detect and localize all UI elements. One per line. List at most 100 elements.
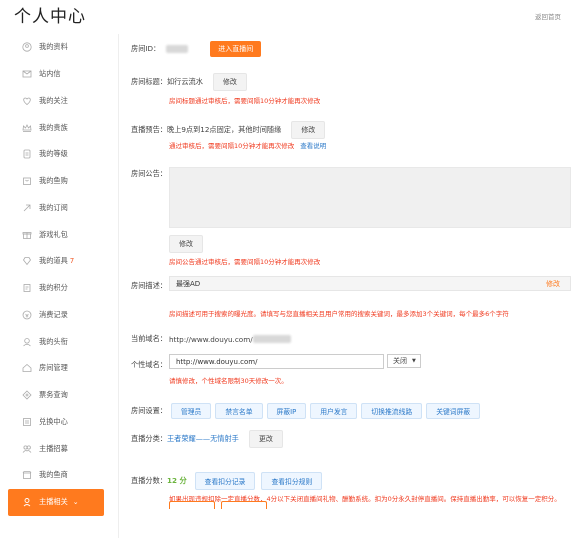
sidebar-item-crown[interactable]: 我的贵族 bbox=[0, 114, 112, 141]
sidebar-item-subscribe[interactable]: 我的订阅 bbox=[0, 195, 112, 222]
sidebar-item-label: 兑换中心 bbox=[39, 416, 68, 426]
settings-label: 房间设置： bbox=[131, 406, 167, 415]
sidebar-item-label: 游戏礼包 bbox=[39, 229, 68, 239]
notice-edit-button[interactable]: 修改 bbox=[169, 235, 203, 253]
footer-button-2[interactable] bbox=[221, 501, 268, 509]
record-icon bbox=[22, 310, 32, 320]
domain-label: 当前域名： bbox=[131, 334, 167, 343]
sidebar-item-title[interactable]: 我的头衔 bbox=[0, 328, 112, 355]
chevron-down-icon: ⌄ bbox=[72, 498, 79, 507]
category-value[interactable]: 王者荣耀——无情射手 bbox=[167, 434, 239, 444]
sidebar-item-anchor-related[interactable]: 主播相关 ⌄ bbox=[8, 488, 104, 516]
store-icon bbox=[22, 470, 32, 480]
anchor-icon bbox=[22, 497, 32, 507]
notice-row: 房间公告： bbox=[131, 169, 167, 179]
sidebar-item-label: 我的资料 bbox=[39, 42, 68, 52]
sidebar-item-record[interactable]: 消费记录 bbox=[0, 302, 112, 329]
settings-row: 房间设置： 管理员 禁言名单 屏蔽IP 用户发言 切换推流线路 关键词屏蔽 bbox=[131, 403, 484, 419]
switch-stream-line-button[interactable]: 切换推流线路 bbox=[361, 403, 423, 419]
room-icon bbox=[22, 363, 32, 373]
sidebar-item-item[interactable]: 我的道具 7 bbox=[0, 248, 112, 275]
block-ip-button[interactable]: 屏蔽IP bbox=[266, 403, 307, 419]
sidebar-item-ticket[interactable]: 票务查询 bbox=[0, 382, 112, 409]
score-row: 直播分数： 12 分 查看扣分记录 查看扣分规则 bbox=[131, 472, 328, 490]
desc-value: 最强AD bbox=[176, 279, 201, 288]
custom-domain-label: 个性域名： bbox=[131, 360, 167, 369]
room-title-value: 如行云流水 bbox=[166, 77, 203, 86]
sidebar-item-label: 主播招募 bbox=[39, 443, 68, 453]
sidebar-item-label: 主播相关 bbox=[39, 497, 68, 507]
view-deduction-records-button[interactable]: 查看扣分记录 bbox=[194, 472, 256, 490]
custom-domain-note: 请慎修改，个性域名限制30天修改一次。 bbox=[169, 377, 288, 385]
notice-textarea[interactable] bbox=[169, 167, 571, 228]
sidebar-item-label: 我的道具 bbox=[39, 256, 68, 266]
room-id-value-blurred bbox=[166, 45, 189, 53]
custom-domain-prefix: http://www.douyu.com/ bbox=[176, 357, 258, 366]
view-deduction-rules-button[interactable]: 查看扣分规则 bbox=[261, 472, 323, 490]
footer-button-1[interactable] bbox=[169, 501, 215, 509]
points-icon bbox=[22, 283, 32, 293]
sidebar-item-label: 票务查询 bbox=[39, 390, 68, 400]
custom-domain-select-value: 关闭 bbox=[393, 357, 407, 365]
room-id-row: 房间ID： 进入直播间 bbox=[131, 41, 262, 57]
sidebar-item-user[interactable]: 我的资料 bbox=[0, 34, 112, 61]
desc-note: 房间描述可用于搜索的曝光度。请填写与您直播相关且用户常用的搜索关键词，最多添加3… bbox=[169, 310, 509, 318]
category-row: 直播分类： 王者荣耀——无情射手 更改 bbox=[131, 430, 283, 448]
sidebar-item-points[interactable]: 我的积分 bbox=[0, 275, 112, 302]
admin-button[interactable]: 管理员 bbox=[170, 403, 212, 419]
sidebar: 我的资料站内信 我的关注 我的贵族 我的等级我的鱼购我的订阅游戏礼包我的道具 7 我的积分… bbox=[0, 34, 112, 516]
sidebar-item-level[interactable]: 我的等级 bbox=[0, 141, 112, 168]
header: 个人中心 返回首页 bbox=[0, 0, 575, 27]
room-title-edit-button[interactable]: 修改 bbox=[212, 73, 247, 91]
desc-label: 房间描述： bbox=[131, 281, 167, 290]
mute-list-button[interactable]: 禁言名单 bbox=[215, 403, 263, 419]
sidebar-item-recruit[interactable]: 主播招募 bbox=[0, 435, 112, 462]
page-title: 个人中心 bbox=[14, 7, 86, 27]
score-value: 12 分 bbox=[166, 476, 187, 485]
user-icon bbox=[22, 42, 32, 52]
sidebar-item-label: 我的鱼商 bbox=[39, 470, 68, 480]
room-title-row: 房间标题： 如行云流水 修改 bbox=[131, 73, 247, 91]
subscribe-icon bbox=[22, 203, 32, 213]
gift-icon bbox=[22, 230, 32, 240]
sidebar-item-heart[interactable]: 我的关注 bbox=[0, 88, 112, 115]
enter-room-button[interactable]: 进入直播间 bbox=[210, 41, 262, 57]
preview-note: 通过审核后，需要间隔10分钟才能再次修改 bbox=[169, 142, 295, 150]
desc-input[interactable]: 最强AD 修改 bbox=[169, 276, 571, 291]
sidebar-item-room[interactable]: 房间管理 bbox=[0, 355, 112, 382]
sidebar-item-shop[interactable]: 我的鱼购 bbox=[0, 168, 112, 195]
keyword-block-button[interactable]: 关键词屏蔽 bbox=[426, 403, 481, 419]
sidebar-item-exchange[interactable]: 兑换中心 bbox=[0, 409, 112, 436]
sidebar-item-gift[interactable]: 游戏礼包 bbox=[0, 221, 112, 248]
category-change-button[interactable]: 更改 bbox=[248, 430, 283, 448]
back-home-link[interactable]: 返回首页 bbox=[535, 11, 561, 21]
item-icon bbox=[22, 256, 32, 266]
recruit-icon bbox=[22, 444, 32, 454]
desc-edit-link[interactable]: 修改 bbox=[546, 279, 560, 289]
badge-count: 7 bbox=[69, 257, 75, 266]
room-title-label: 房间标题： bbox=[131, 77, 167, 86]
notice-label: 房间公告： bbox=[131, 169, 167, 178]
preview-edit-button[interactable]: 修改 bbox=[291, 121, 326, 139]
preview-row: 直播预告： 晚上9点到12点固定，其他时间随缘 修改 bbox=[131, 121, 326, 139]
sidebar-item-store[interactable]: 我的鱼商 bbox=[0, 462, 112, 489]
sidebar-item-label: 我的订阅 bbox=[39, 202, 68, 212]
user-speech-button[interactable]: 用户发言 bbox=[310, 403, 358, 419]
room-id-label: 房间ID： bbox=[131, 44, 161, 53]
preview-label: 直播预告： bbox=[131, 125, 167, 134]
sidebar-item-label: 我的鱼购 bbox=[39, 176, 68, 186]
domain-row: 当前域名： http://www.douyu.com/ bbox=[131, 334, 291, 344]
custom-domain-select[interactable]: 关闭 ▼ bbox=[387, 354, 421, 368]
custom-domain-input[interactable]: http://www.douyu.com/ bbox=[169, 354, 384, 369]
view-instructions-link[interactable]: 查看说明 bbox=[300, 140, 326, 150]
notice-edit-row: 修改 bbox=[169, 235, 203, 253]
shop-icon bbox=[22, 176, 32, 186]
notice-note: 房间公告通过审核后，需要间隔10分钟才能再次修改 bbox=[169, 258, 321, 266]
domain-value: http://www.douyu.com/ bbox=[168, 334, 253, 344]
preview-note-row: 通过审核后，需要间隔10分钟才能再次修改 查看说明 bbox=[169, 140, 326, 150]
sidebar-item-label: 我的积分 bbox=[39, 283, 68, 293]
custom-domain-label-row: 个性域名： bbox=[131, 360, 167, 370]
sidebar-item-mail[interactable]: 站内信 bbox=[0, 61, 112, 88]
preview-value: 晚上9点到12点固定，其他时间随缘 bbox=[166, 125, 282, 134]
domain-suffix-blurred bbox=[252, 335, 291, 343]
